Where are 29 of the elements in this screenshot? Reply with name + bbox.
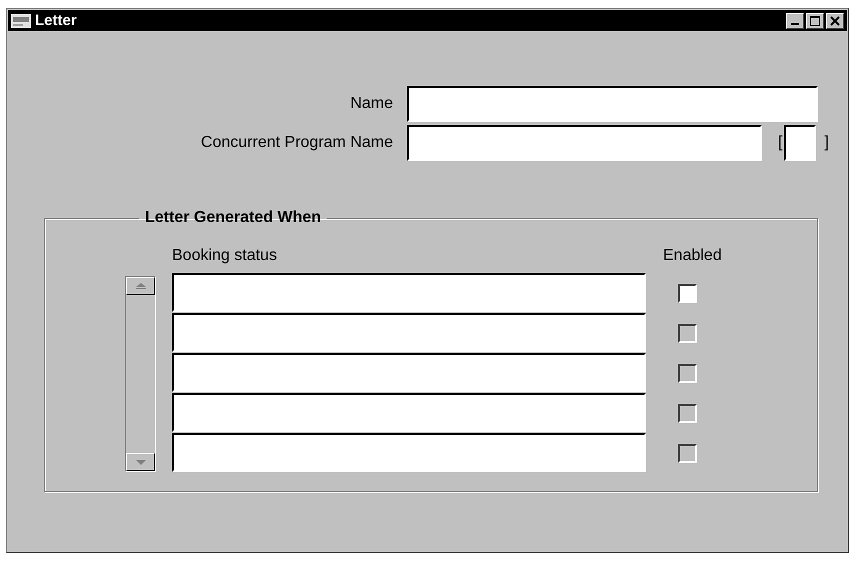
scrollbar[interactable]	[125, 276, 156, 472]
group-title: Letter Generated When	[144, 209, 322, 227]
enabled-checkbox[interactable]	[678, 284, 697, 302]
minimize-icon	[791, 23, 799, 25]
close-icon	[830, 16, 840, 26]
field-label: Concurrent Program Name	[200, 134, 393, 152]
app-icon	[11, 14, 31, 28]
up-arrow-icon	[134, 282, 146, 290]
down-arrow-icon	[134, 458, 146, 466]
field-label: Name	[349, 95, 393, 113]
booking-status-field[interactable]	[172, 393, 646, 432]
maximize-icon	[810, 16, 820, 26]
bracket-text: [	[778, 134, 782, 152]
scroll-up-button[interactable]	[126, 277, 155, 295]
input-field[interactable]	[407, 86, 818, 122]
column-header: Booking status	[172, 247, 278, 266]
booking-status-field[interactable]	[172, 313, 646, 352]
scroll-down-button[interactable]	[126, 453, 155, 471]
input-field[interactable]	[784, 125, 816, 161]
booking-status-field[interactable]	[172, 273, 646, 312]
booking-status-field[interactable]	[172, 353, 646, 392]
booking-status-field[interactable]	[172, 433, 646, 472]
minimize-button[interactable]	[786, 12, 804, 28]
maximize-button[interactable]	[806, 12, 824, 28]
window-title: Letter	[35, 12, 77, 29]
column-header: Enabled	[663, 247, 723, 266]
close-button[interactable]	[826, 12, 844, 28]
input-field[interactable]	[407, 125, 762, 161]
bracket-text: ]	[824, 134, 829, 152]
